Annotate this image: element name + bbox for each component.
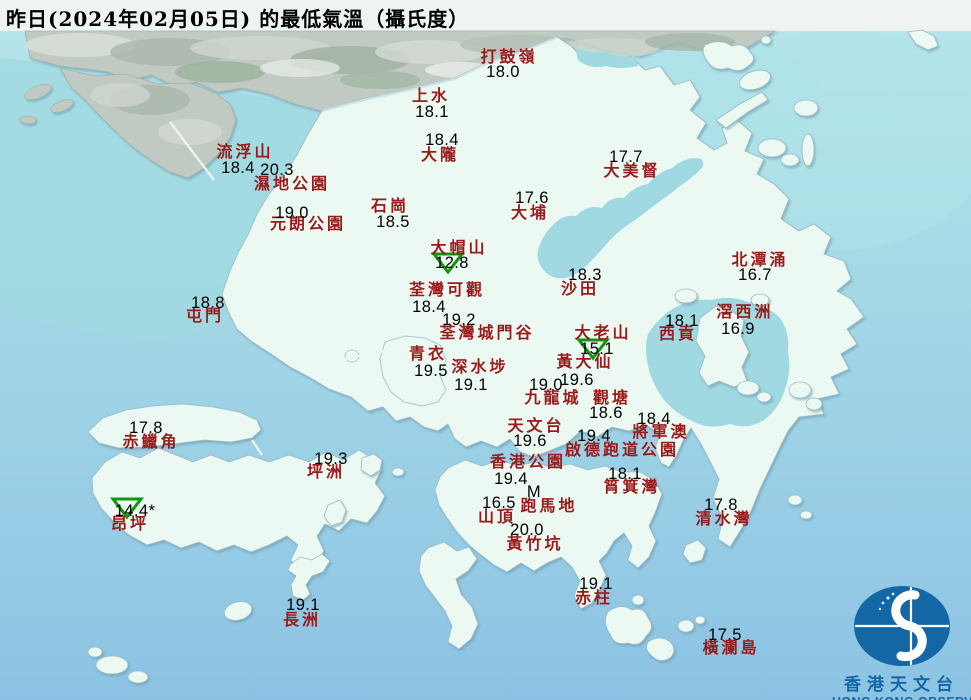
station-temperature: 19.1 (579, 574, 613, 593)
station-name: 大埔 (510, 203, 550, 222)
station-temperature: 19.2 (442, 310, 476, 329)
station-temperature: 16.5 (482, 493, 516, 512)
station-temperature: 18.0 (486, 62, 520, 81)
station-temperature: 18.5 (376, 212, 410, 231)
station-temperature: 19.3 (314, 449, 348, 468)
station-name: 上水 (411, 86, 451, 105)
station-temperature: 18.1 (665, 311, 699, 330)
station-temperature: 19.6 (513, 431, 547, 450)
hko-name-english: HONG KONG OBSERVATORY (832, 695, 971, 700)
station-temperature: 18.4 (425, 130, 459, 149)
station-name: 香港公園 (489, 452, 567, 471)
station-temperature: M (526, 482, 542, 501)
station-name: 大隴 (420, 145, 460, 164)
station-temperature: 20.0 (510, 520, 544, 539)
station-temperature: 19.0 (275, 203, 309, 222)
station-name: 青衣 (408, 344, 448, 363)
station-name: 石崗 (370, 196, 410, 215)
page-title: 昨日(2024年02月05日) 的最低氣溫（攝氏度） (6, 7, 470, 31)
station-name: 大老山 (574, 323, 632, 342)
station-temperature: 19.5 (414, 361, 448, 380)
hko-emblem-icon (832, 584, 971, 668)
station-temperature: 12.8 (435, 253, 469, 272)
station-temperature: 19.4 (494, 469, 528, 488)
station-temperature: 18.1 (415, 102, 449, 121)
station-temperature: 14.4* (114, 501, 156, 520)
station-temperature: 19.1 (286, 595, 320, 614)
station-temperature: 18.8 (191, 293, 225, 312)
station-temperature: 17.8 (129, 418, 163, 437)
station-temperature: 16.9 (721, 319, 755, 338)
station-temperature: 18.3 (568, 265, 602, 284)
station-temperature: 17.6 (515, 188, 549, 207)
station-temperature: 18.4 (412, 297, 446, 316)
station-temperature: 18.1 (608, 464, 642, 483)
station-temperature: 17.7 (609, 147, 643, 166)
station-temperature: 19.4 (577, 426, 611, 445)
station-temperature: 20.3 (260, 160, 294, 179)
station-temperature: 18.4 (221, 158, 255, 177)
station-temperature: 17.8 (704, 495, 738, 514)
weather-map-screen: 昨日(2024年02月05日) 的最低氣溫（攝氏度） 打鼓嶺 18.0 上水 18.1… (0, 0, 971, 700)
station-name: 流浮山 (216, 142, 274, 161)
station-name: 深水埗 (451, 357, 509, 376)
station-name: 滘西洲 (716, 302, 774, 321)
hko-logo: 香港天文台 HONG KONG OBSERVATORY (832, 584, 971, 700)
station-temperature: 18.4 (637, 409, 671, 428)
station-temperature: 19.1 (454, 375, 488, 394)
station-temperature: 19.0 (529, 375, 563, 394)
station-labels-layer: 打鼓嶺 18.0 上水 18.1 大隴 18.4 流浮山 18.4 濕地公園 20.3 元朗公園 19… (0, 0, 971, 700)
hko-name-chinese: 香港天文台 (844, 675, 959, 695)
station-temperature: 18.6 (589, 403, 623, 422)
station-name: 黃大仙 (556, 352, 614, 371)
station-temperature: 17.5 (708, 625, 742, 644)
station-name: 荃灣可觀 (408, 280, 486, 299)
station-name: 長洲 (282, 610, 322, 629)
station-temperature: 19.6 (560, 370, 594, 389)
station-temperature: 16.7 (738, 265, 772, 284)
